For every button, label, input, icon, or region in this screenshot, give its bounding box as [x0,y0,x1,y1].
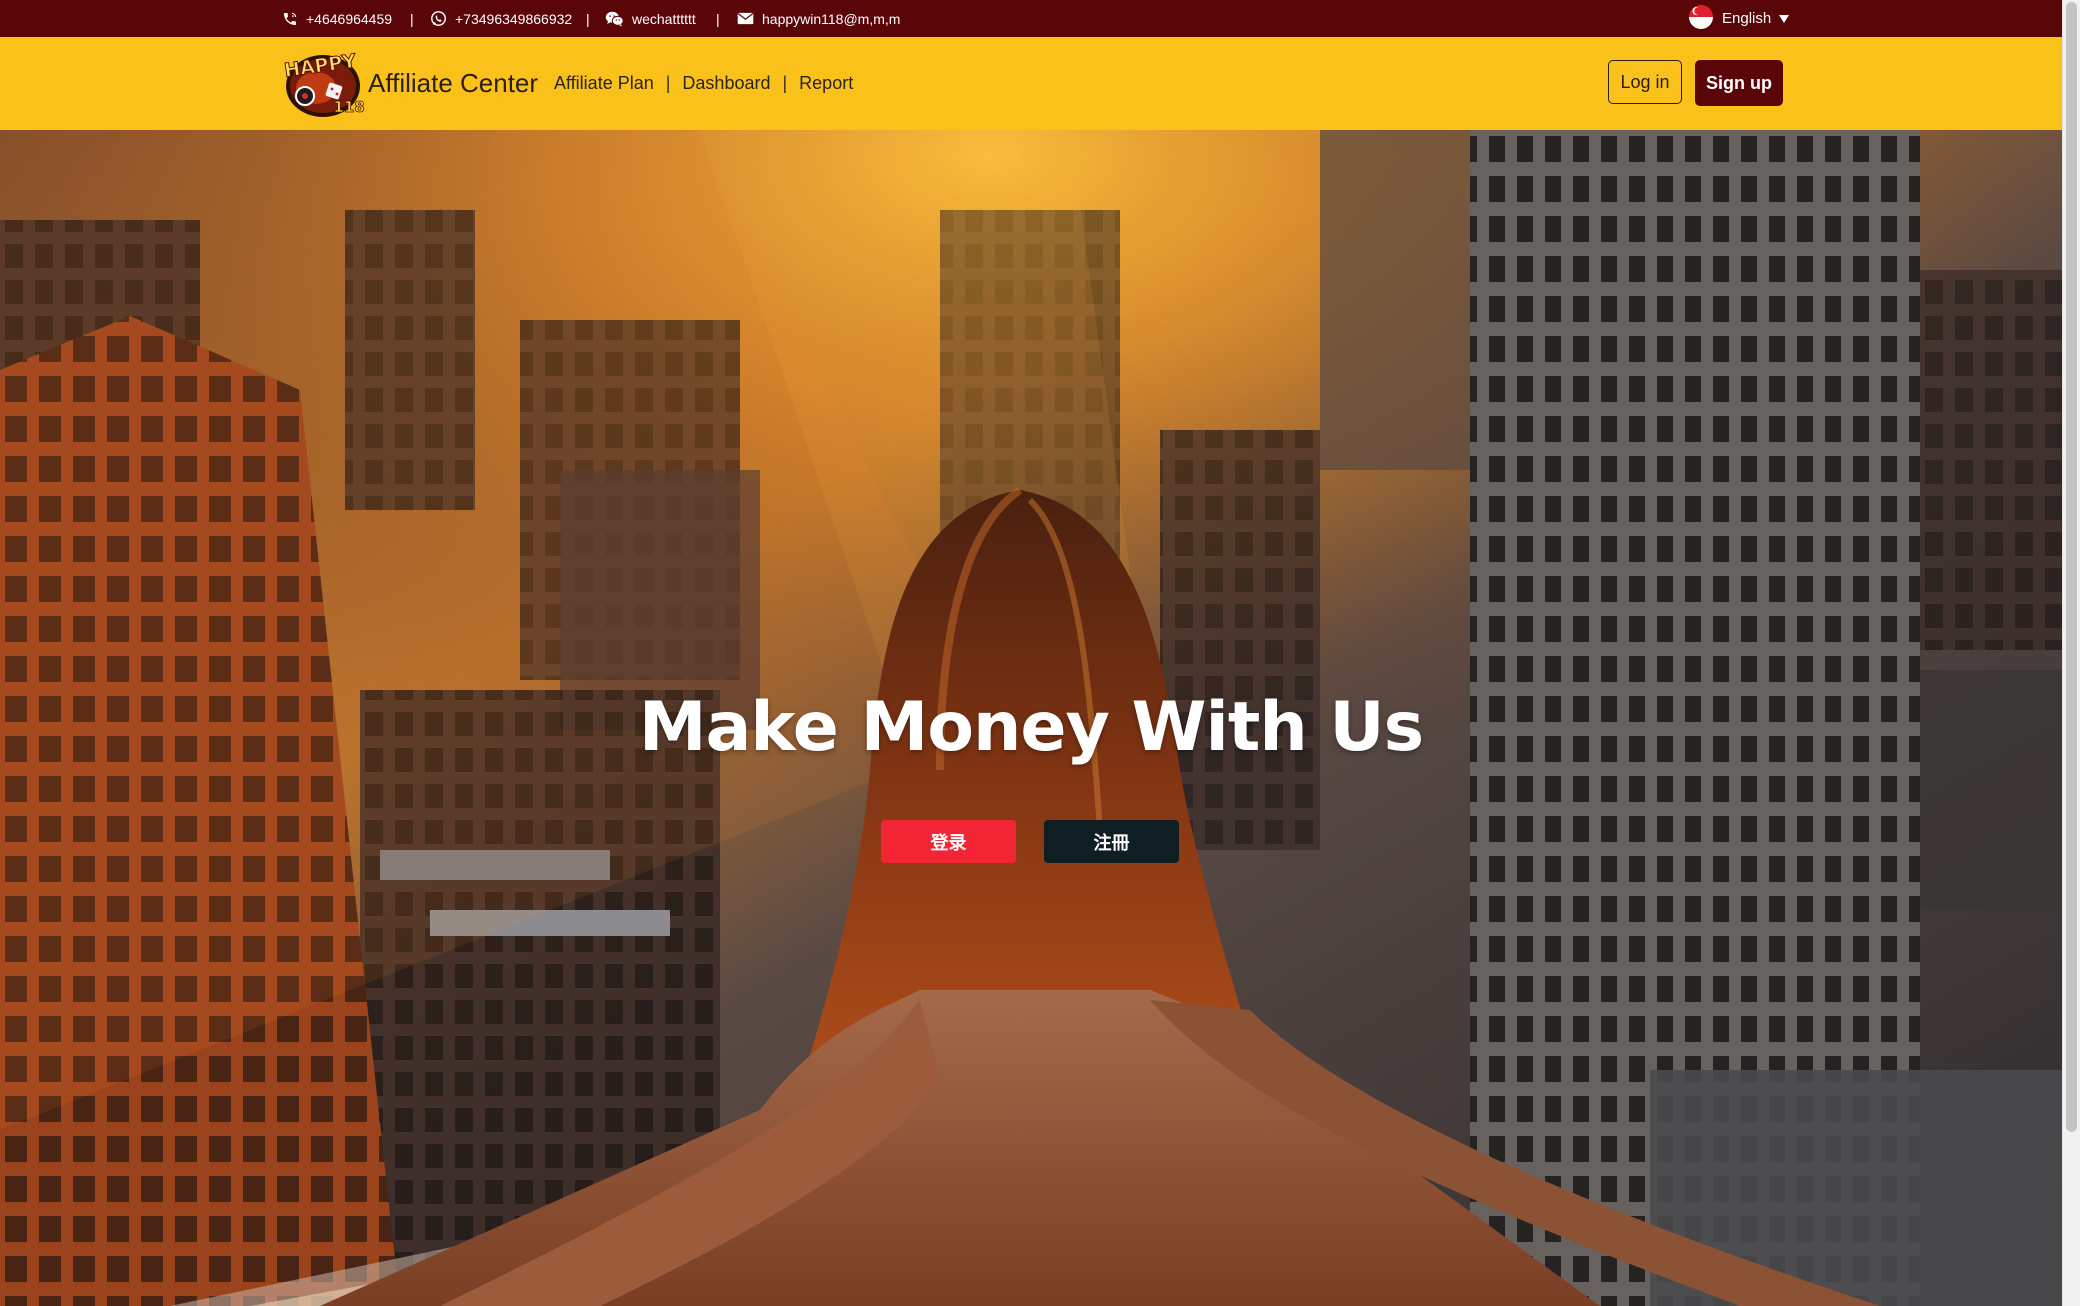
main-nav: Affiliate Plan | Dashboard | Report [554,37,853,130]
caret-down-icon [1779,10,1790,27]
logo-graphic: HAPPY 118 [282,50,365,117]
nav-separator: | [782,73,788,93]
email-address: happywin118@m,m,m [762,10,901,27]
nav-dashboard[interactable]: Dashboard [682,73,770,94]
brand-title[interactable]: Affiliate Center [368,37,538,130]
phone-contact[interactable]: +4646964459 [282,0,392,37]
wechat-icon [605,11,624,27]
signup-button[interactable]: Sign up [1695,60,1783,106]
nav-separator: | [665,73,671,93]
nav-report[interactable]: Report [799,73,853,94]
singapore-flag-icon [1688,4,1714,34]
hero-section: Make Money With Us 登录 注冊 [0,130,2062,1306]
site-header: HAPPY 118 Affiliate Center Affiliate Pla… [0,37,2062,130]
whatsapp-number: +73496349866932 [455,10,573,27]
nav-affiliate-plan[interactable]: Affiliate Plan [554,73,654,94]
email-icon [737,12,754,25]
hero-title: Make Money With Us [638,688,1424,767]
wechat-id: wechatttttt [632,10,696,27]
login-button[interactable]: Log in [1608,60,1682,104]
contact-separator: | [410,10,414,27]
scrollbar-thumb[interactable] [2066,2,2077,1132]
phone-icon [282,11,298,27]
phone-number: +4646964459 [306,10,393,27]
page-scrollbar[interactable] [2062,0,2080,1306]
contact-bar: +4646964459 | +73496349866932 | wechattt… [0,0,2062,37]
whatsapp-contact[interactable]: +73496349866932 [430,0,572,37]
contact-separator: | [716,10,720,27]
hero-login-button[interactable]: 登录 [881,820,1016,863]
hero-register-button[interactable]: 注冊 [1044,820,1179,863]
happy118-logo[interactable]: HAPPY 118 [282,48,369,120]
page: +4646964459 | +73496349866932 | wechattt… [0,0,2080,1306]
email-contact[interactable]: happywin118@m,m,m [737,0,900,37]
wechat-contact[interactable]: wechatttttt [605,0,696,37]
language-label: English [1722,10,1772,27]
logo-text-bottom: 118 [333,98,364,116]
contact-separator: | [586,10,590,27]
language-selector[interactable]: English [1688,0,1790,37]
whatsapp-icon [430,10,447,27]
